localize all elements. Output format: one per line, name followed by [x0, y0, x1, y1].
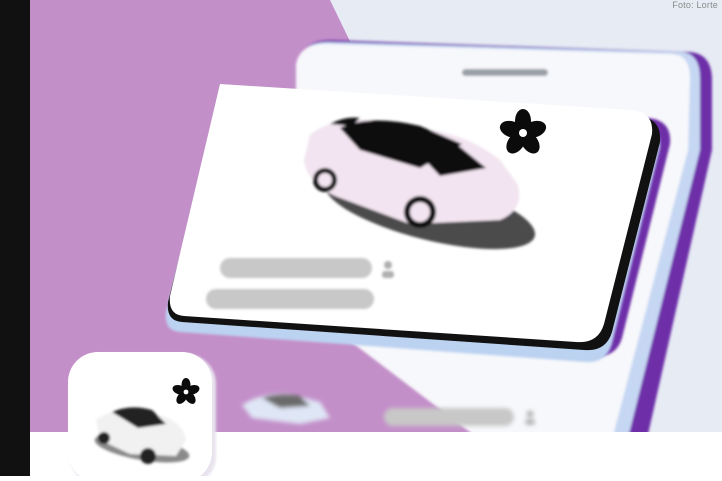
left-strip — [0, 0, 30, 476]
vehicle-card — [169, 84, 653, 343]
app-tile — [68, 352, 216, 481]
illustration-scene — [0, 0, 722, 481]
placeholder-line-1 — [220, 258, 372, 278]
photo-credit: Foto: Lorte — [672, 0, 718, 10]
phone-notch — [462, 69, 548, 76]
list-row-placeholder — [384, 408, 514, 426]
illustration-svg — [0, 0, 722, 481]
placeholder-line-2 — [206, 289, 374, 309]
